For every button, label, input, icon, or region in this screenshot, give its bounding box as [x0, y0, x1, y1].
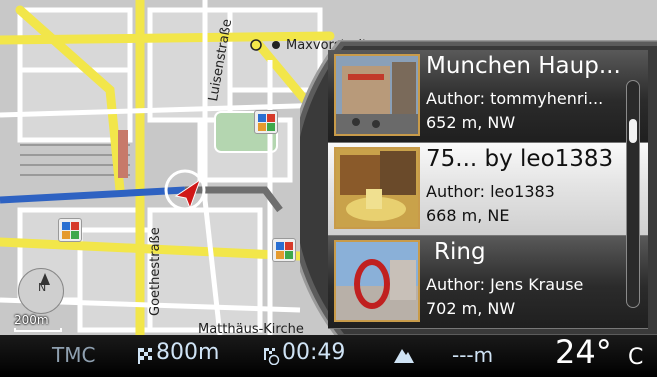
- poi-list-item[interactable]: Munchen Haup... Author: tommyhenri... 65…: [328, 50, 648, 143]
- map-scale-label: 200m: [14, 313, 49, 327]
- poi-author: Author: Jens Krause: [426, 275, 584, 294]
- poi-list-item[interactable]: Ring Author: Jens Krause 702 m, NW: [328, 236, 648, 329]
- finish-flag-icon: [138, 348, 152, 364]
- compass-button[interactable]: N: [18, 268, 64, 314]
- poi-author: Author: leo1383: [426, 182, 555, 201]
- poi-distance: 668 m, NE: [426, 206, 510, 225]
- map-scale-bar: [14, 328, 62, 332]
- temperature-unit: C: [628, 345, 644, 370]
- temperature-value: 24°: [555, 333, 612, 371]
- finish-clock-icon: [264, 348, 280, 365]
- altitude-mountain-icon: [394, 349, 414, 363]
- poi-thumbnail-image: [334, 147, 420, 229]
- wikipedia-poi-icon[interactable]: [254, 110, 278, 134]
- navigation-screen: Luisenstraße Goethestraße Maxvorstadt Ma…: [0, 0, 657, 377]
- poi-title: Ring: [434, 239, 486, 265]
- poi-author: Author: tommyhenri...: [426, 89, 604, 108]
- altitude-value: ---m: [452, 343, 494, 367]
- poi-thumbnail-image: [334, 54, 420, 136]
- wikipedia-poi-icon[interactable]: [58, 218, 82, 242]
- wikipedia-poi-icon[interactable]: [272, 238, 296, 262]
- scrollbar-thumb[interactable]: [629, 119, 637, 143]
- poi-title: 75... by leo1383: [426, 146, 614, 172]
- poi-thumbnail-image: [334, 240, 420, 322]
- poi-distance: 702 m, NW: [426, 299, 516, 318]
- street-label-goethestrasse: Goethestraße: [148, 227, 163, 316]
- status-bar: TMC 800m 00:49 ---m 24° C: [0, 333, 657, 377]
- poi-distance: 652 m, NW: [426, 113, 516, 132]
- travel-time: 00:49: [282, 340, 346, 365]
- poi-title: Munchen Haup...: [426, 53, 621, 79]
- poi-list-scrollbar[interactable]: [626, 80, 640, 308]
- compass-north-label: N: [38, 281, 47, 294]
- distance-to-destination: 800m: [156, 340, 220, 365]
- poi-list-item-selected[interactable]: 75... by leo1383 Author: leo1383 668 m, …: [328, 143, 648, 236]
- tmc-label[interactable]: TMC: [52, 343, 95, 367]
